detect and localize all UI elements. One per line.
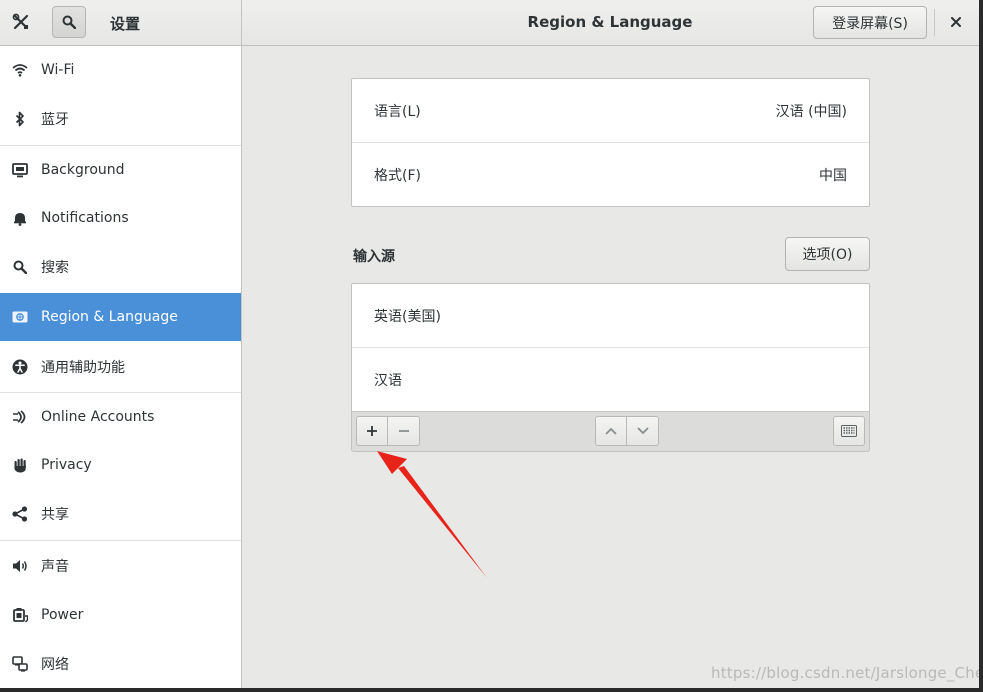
window-frame-bottom — [0, 688, 983, 692]
sidebar-item-wifi[interactable]: Wi-Fi — [0, 46, 241, 94]
sidebar-item-label: Power — [41, 607, 84, 623]
input-sources-title: 输入源 — [353, 249, 395, 265]
accessibility-icon — [12, 359, 28, 375]
sidebar-item-label: Privacy — [41, 457, 92, 473]
sidebar-item-privacy[interactable]: Privacy — [0, 441, 241, 489]
sidebar-item-region-language[interactable]: Region & Language — [0, 293, 241, 341]
sidebar-item-search[interactable]: 搜索 — [0, 242, 241, 292]
network-icon — [12, 656, 28, 672]
background-icon — [12, 162, 28, 178]
sidebar-item-label: Online Accounts — [41, 409, 155, 425]
language-row[interactable]: 语言(L) 汉语 (中国) — [352, 79, 869, 142]
sidebar-item-accessibility[interactable]: 通用辅助功能 — [0, 342, 241, 392]
input-sources-toolbar — [351, 411, 870, 452]
input-source-row[interactable]: 汉语 — [352, 348, 869, 411]
close-button[interactable] — [944, 10, 968, 34]
language-value: 汉语 (中国) — [775, 103, 847, 120]
input-source-label: 汉语 — [374, 372, 402, 389]
online-accounts-icon — [12, 409, 28, 425]
sidebar-item-online-accounts[interactable]: Online Accounts — [0, 393, 241, 441]
sidebar-item-background[interactable]: Background — [0, 146, 241, 194]
wifi-icon — [12, 62, 28, 78]
sidebar-item-label: Notifications — [41, 210, 129, 226]
formats-row[interactable]: 格式(F) 中国 — [352, 143, 869, 206]
close-icon — [951, 17, 961, 27]
sidebar-item-bluetooth[interactable]: 蓝牙 — [0, 94, 241, 144]
sidebar: Wi-Fi 蓝牙 Background Notifications 搜索 Reg… — [0, 46, 242, 688]
formats-value: 中国 — [819, 167, 847, 184]
move-down-button[interactable] — [627, 416, 659, 446]
sidebar-item-label: 通用辅助功能 — [41, 360, 125, 376]
keyboard-layout-button[interactable] — [833, 416, 865, 446]
sidebar-item-sharing[interactable]: 共享 — [0, 489, 241, 539]
remove-input-source-button[interactable] — [388, 416, 420, 446]
share-icon — [12, 506, 28, 522]
formats-label: 格式(F) — [374, 167, 421, 184]
sidebar-item-network[interactable]: 网络 — [0, 639, 241, 688]
sidebar-item-label: 共享 — [41, 507, 69, 523]
speaker-icon — [12, 558, 28, 574]
header-bar: 设置 Region & Language 登录屏幕(S) — [0, 0, 979, 46]
sidebar-item-label: Region & Language — [41, 309, 178, 325]
login-screen-button[interactable]: 登录屏幕(S) — [813, 6, 927, 39]
bell-icon — [12, 210, 28, 226]
sidebar-item-label: 搜索 — [41, 260, 69, 276]
language-formats-card: 语言(L) 汉语 (中国) 格式(F) 中国 — [351, 78, 870, 207]
sidebar-item-label: Background — [41, 162, 125, 178]
keyboard-icon — [841, 425, 857, 437]
move-up-button[interactable] — [595, 416, 627, 446]
input-source-row[interactable]: 英语(美国) — [352, 284, 869, 347]
search-icon — [12, 259, 28, 275]
input-sources-options-button[interactable]: 选项(O) — [785, 237, 870, 271]
sidebar-item-label: 声音 — [41, 559, 69, 575]
sidebar-item-sound[interactable]: 声音 — [0, 541, 241, 591]
sidebar-item-label: 蓝牙 — [41, 112, 69, 128]
sidebar-item-power[interactable]: Power — [0, 591, 241, 639]
chevron-down-icon — [636, 427, 649, 435]
chevron-up-icon — [605, 427, 617, 435]
header-separator — [934, 9, 935, 36]
header-left-section: 设置 — [0, 0, 242, 45]
power-icon — [12, 607, 28, 623]
language-label: 语言(L) — [374, 103, 421, 120]
plus-icon — [367, 426, 377, 436]
settings-title: 设置 — [110, 15, 141, 33]
search-icon — [62, 15, 76, 29]
input-source-label: 英语(美国) — [374, 308, 441, 325]
sidebar-item-notifications[interactable]: Notifications — [0, 194, 241, 242]
settings-tools-icon[interactable] — [6, 7, 36, 37]
region-icon — [12, 309, 28, 325]
bluetooth-icon — [12, 111, 28, 127]
input-sources-list: 英语(美国) 汉语 — [351, 283, 870, 412]
watermark-text: https://blog.csdn.net/Jarslonge_Chen — [711, 664, 983, 682]
add-input-source-button[interactable] — [356, 416, 388, 446]
sidebar-item-label: 网络 — [41, 657, 69, 673]
minus-icon — [398, 430, 409, 432]
search-button[interactable] — [52, 6, 86, 38]
sidebar-item-label: Wi-Fi — [41, 62, 75, 78]
window-frame-right — [979, 0, 983, 692]
privacy-hand-icon — [12, 457, 28, 473]
